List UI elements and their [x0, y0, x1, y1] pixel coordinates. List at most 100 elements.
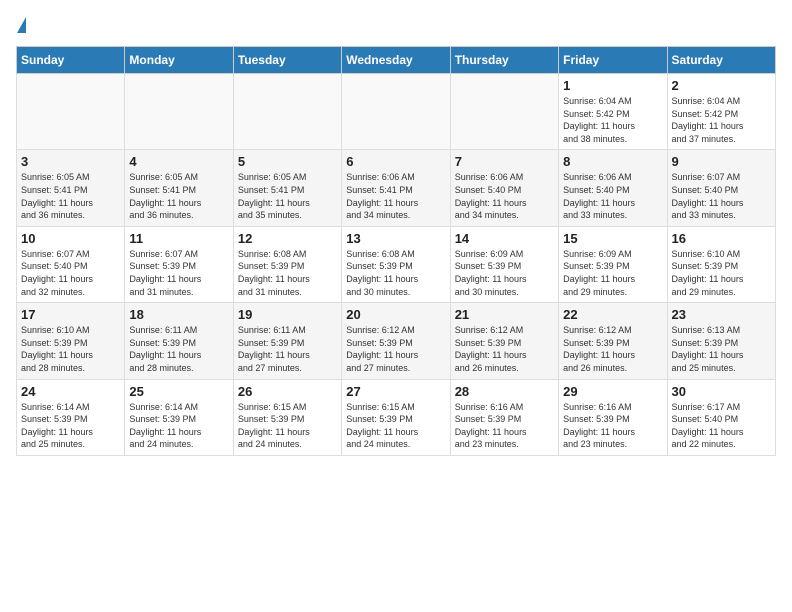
- calendar-cell: 24 Sunrise: 6:14 AM Sunset: 5:39 PM Dayli…: [17, 379, 125, 455]
- day-info: Sunrise: 6:15 AM Sunset: 5:39 PM Dayligh…: [346, 401, 445, 451]
- calendar-cell: 28 Sunrise: 6:16 AM Sunset: 5:39 PM Dayli…: [450, 379, 558, 455]
- calendar-cell: 14Sunrise: 6:09 AM Sunset: 5:39 PM Dayli…: [450, 226, 558, 302]
- day-number: 23: [672, 307, 771, 322]
- day-info: Sunrise: 6:13 AM Sunset: 5:39 PM Dayligh…: [672, 324, 771, 374]
- day-info: Sunrise: 6:16 AM Sunset: 5:39 PM Dayligh…: [455, 401, 554, 451]
- day-info: Sunrise: 6:09 AM Sunset: 5:39 PM Dayligh…: [563, 248, 662, 298]
- day-number: 5: [238, 154, 337, 169]
- calendar-cell: 18 Sunrise: 6:11 AM Sunset: 5:39 PM Dayli…: [125, 303, 233, 379]
- weekday-header-wednesday: Wednesday: [342, 47, 450, 74]
- calendar-cell: 1 Sunrise: 6:04 AM Sunset: 5:42 PM Daylig…: [559, 74, 667, 150]
- logo: [16, 16, 27, 34]
- day-number: 2: [672, 78, 771, 93]
- day-info: Sunrise: 6:12 AM Sunset: 5:39 PM Dayligh…: [346, 324, 445, 374]
- calendar-week-3: 10 Sunrise: 6:07 AM Sunset: 5:40 PM Dayli…: [17, 226, 776, 302]
- calendar-cell: [125, 74, 233, 150]
- calendar-cell: [342, 74, 450, 150]
- weekday-header-friday: Friday: [559, 47, 667, 74]
- day-info: Sunrise: 6:06 AM Sunset: 5:41 PM Dayligh…: [346, 171, 445, 221]
- day-number: 7: [455, 154, 554, 169]
- day-info: Sunrise: 6:14 AM Sunset: 5:39 PM Dayligh…: [129, 401, 228, 451]
- calendar-cell: 21 Sunrise: 6:12 AM Sunset: 5:39 PM Dayli…: [450, 303, 558, 379]
- day-info: Sunrise: 6:07 AM Sunset: 5:40 PM Dayligh…: [21, 248, 120, 298]
- day-number: 12: [238, 231, 337, 246]
- calendar-cell: 11 Sunrise: 6:07 AM Sunset: 5:39 PM Dayli…: [125, 226, 233, 302]
- calendar-cell: 4Sunrise: 6:05 AM Sunset: 5:41 PM Daylig…: [125, 150, 233, 226]
- day-number: 14: [455, 231, 554, 246]
- calendar-table: SundayMondayTuesdayWednesdayThursdayFrid…: [16, 46, 776, 456]
- calendar-week-5: 24 Sunrise: 6:14 AM Sunset: 5:39 PM Dayli…: [17, 379, 776, 455]
- day-info: Sunrise: 6:12 AM Sunset: 5:39 PM Dayligh…: [563, 324, 662, 374]
- calendar-cell: 5 Sunrise: 6:05 AM Sunset: 5:41 PM Daylig…: [233, 150, 341, 226]
- calendar-cell: 25 Sunrise: 6:14 AM Sunset: 5:39 PM Dayli…: [125, 379, 233, 455]
- calendar-cell: 8Sunrise: 6:06 AM Sunset: 5:40 PM Daylig…: [559, 150, 667, 226]
- day-number: 26: [238, 384, 337, 399]
- day-info: Sunrise: 6:10 AM Sunset: 5:39 PM Dayligh…: [21, 324, 120, 374]
- day-info: Sunrise: 6:11 AM Sunset: 5:39 PM Dayligh…: [238, 324, 337, 374]
- day-info: Sunrise: 6:17 AM Sunset: 5:40 PM Dayligh…: [672, 401, 771, 451]
- day-info: Sunrise: 6:08 AM Sunset: 5:39 PM Dayligh…: [238, 248, 337, 298]
- calendar-cell: 7 Sunrise: 6:06 AM Sunset: 5:40 PM Daylig…: [450, 150, 558, 226]
- day-number: 19: [238, 307, 337, 322]
- calendar-cell: [233, 74, 341, 150]
- day-info: Sunrise: 6:12 AM Sunset: 5:39 PM Dayligh…: [455, 324, 554, 374]
- day-number: 15: [563, 231, 662, 246]
- calendar-cell: 22 Sunrise: 6:12 AM Sunset: 5:39 PM Dayli…: [559, 303, 667, 379]
- day-info: Sunrise: 6:07 AM Sunset: 5:40 PM Dayligh…: [672, 171, 771, 221]
- day-info: Sunrise: 6:07 AM Sunset: 5:39 PM Dayligh…: [129, 248, 228, 298]
- calendar-header-row: SundayMondayTuesdayWednesdayThursdayFrid…: [17, 47, 776, 74]
- day-info: Sunrise: 6:08 AM Sunset: 5:39 PM Dayligh…: [346, 248, 445, 298]
- calendar-cell: [450, 74, 558, 150]
- logo-triangle-icon: [17, 17, 26, 33]
- day-number: 11: [129, 231, 228, 246]
- day-number: 24: [21, 384, 120, 399]
- day-number: 25: [129, 384, 228, 399]
- day-number: 22: [563, 307, 662, 322]
- day-number: 1: [563, 78, 662, 93]
- calendar-cell: 23 Sunrise: 6:13 AM Sunset: 5:39 PM Dayli…: [667, 303, 775, 379]
- calendar-cell: 30 Sunrise: 6:17 AM Sunset: 5:40 PM Dayli…: [667, 379, 775, 455]
- calendar-cell: 2 Sunrise: 6:04 AM Sunset: 5:42 PM Daylig…: [667, 74, 775, 150]
- day-info: Sunrise: 6:11 AM Sunset: 5:39 PM Dayligh…: [129, 324, 228, 374]
- day-number: 13: [346, 231, 445, 246]
- day-number: 30: [672, 384, 771, 399]
- day-number: 4: [129, 154, 228, 169]
- calendar-cell: 27 Sunrise: 6:15 AM Sunset: 5:39 PM Dayli…: [342, 379, 450, 455]
- day-number: 9: [672, 154, 771, 169]
- day-info: Sunrise: 6:04 AM Sunset: 5:42 PM Dayligh…: [672, 95, 771, 145]
- weekday-header-tuesday: Tuesday: [233, 47, 341, 74]
- weekday-header-saturday: Saturday: [667, 47, 775, 74]
- day-info: Sunrise: 6:05 AM Sunset: 5:41 PM Dayligh…: [21, 171, 120, 221]
- day-number: 8: [563, 154, 662, 169]
- day-info: Sunrise: 6:14 AM Sunset: 5:39 PM Dayligh…: [21, 401, 120, 451]
- calendar-cell: 13 Sunrise: 6:08 AM Sunset: 5:39 PM Dayli…: [342, 226, 450, 302]
- weekday-header-sunday: Sunday: [17, 47, 125, 74]
- day-info: Sunrise: 6:16 AM Sunset: 5:39 PM Dayligh…: [563, 401, 662, 451]
- day-number: 6: [346, 154, 445, 169]
- day-info: Sunrise: 6:05 AM Sunset: 5:41 PM Dayligh…: [238, 171, 337, 221]
- day-info: Sunrise: 6:04 AM Sunset: 5:42 PM Dayligh…: [563, 95, 662, 145]
- day-info: Sunrise: 6:10 AM Sunset: 5:39 PM Dayligh…: [672, 248, 771, 298]
- day-number: 3: [21, 154, 120, 169]
- day-number: 16: [672, 231, 771, 246]
- calendar-cell: 26 Sunrise: 6:15 AM Sunset: 5:39 PM Dayli…: [233, 379, 341, 455]
- calendar-cell: 10 Sunrise: 6:07 AM Sunset: 5:40 PM Dayli…: [17, 226, 125, 302]
- calendar-cell: 12 Sunrise: 6:08 AM Sunset: 5:39 PM Dayli…: [233, 226, 341, 302]
- day-info: Sunrise: 6:15 AM Sunset: 5:39 PM Dayligh…: [238, 401, 337, 451]
- calendar-cell: 6 Sunrise: 6:06 AM Sunset: 5:41 PM Daylig…: [342, 150, 450, 226]
- day-number: 29: [563, 384, 662, 399]
- calendar-cell: 17Sunrise: 6:10 AM Sunset: 5:39 PM Dayli…: [17, 303, 125, 379]
- day-info: Sunrise: 6:06 AM Sunset: 5:40 PM Dayligh…: [455, 171, 554, 221]
- weekday-header-thursday: Thursday: [450, 47, 558, 74]
- day-number: 28: [455, 384, 554, 399]
- calendar-cell: 16 Sunrise: 6:10 AM Sunset: 5:39 PM Dayli…: [667, 226, 775, 302]
- day-number: 10: [21, 231, 120, 246]
- page-header: [16, 16, 776, 34]
- weekday-header-monday: Monday: [125, 47, 233, 74]
- calendar-week-2: 3 Sunrise: 6:05 AM Sunset: 5:41 PM Daylig…: [17, 150, 776, 226]
- day-number: 27: [346, 384, 445, 399]
- day-number: 18: [129, 307, 228, 322]
- calendar-week-4: 17Sunrise: 6:10 AM Sunset: 5:39 PM Dayli…: [17, 303, 776, 379]
- day-number: 21: [455, 307, 554, 322]
- calendar-cell: 29 Sunrise: 6:16 AM Sunset: 5:39 PM Dayli…: [559, 379, 667, 455]
